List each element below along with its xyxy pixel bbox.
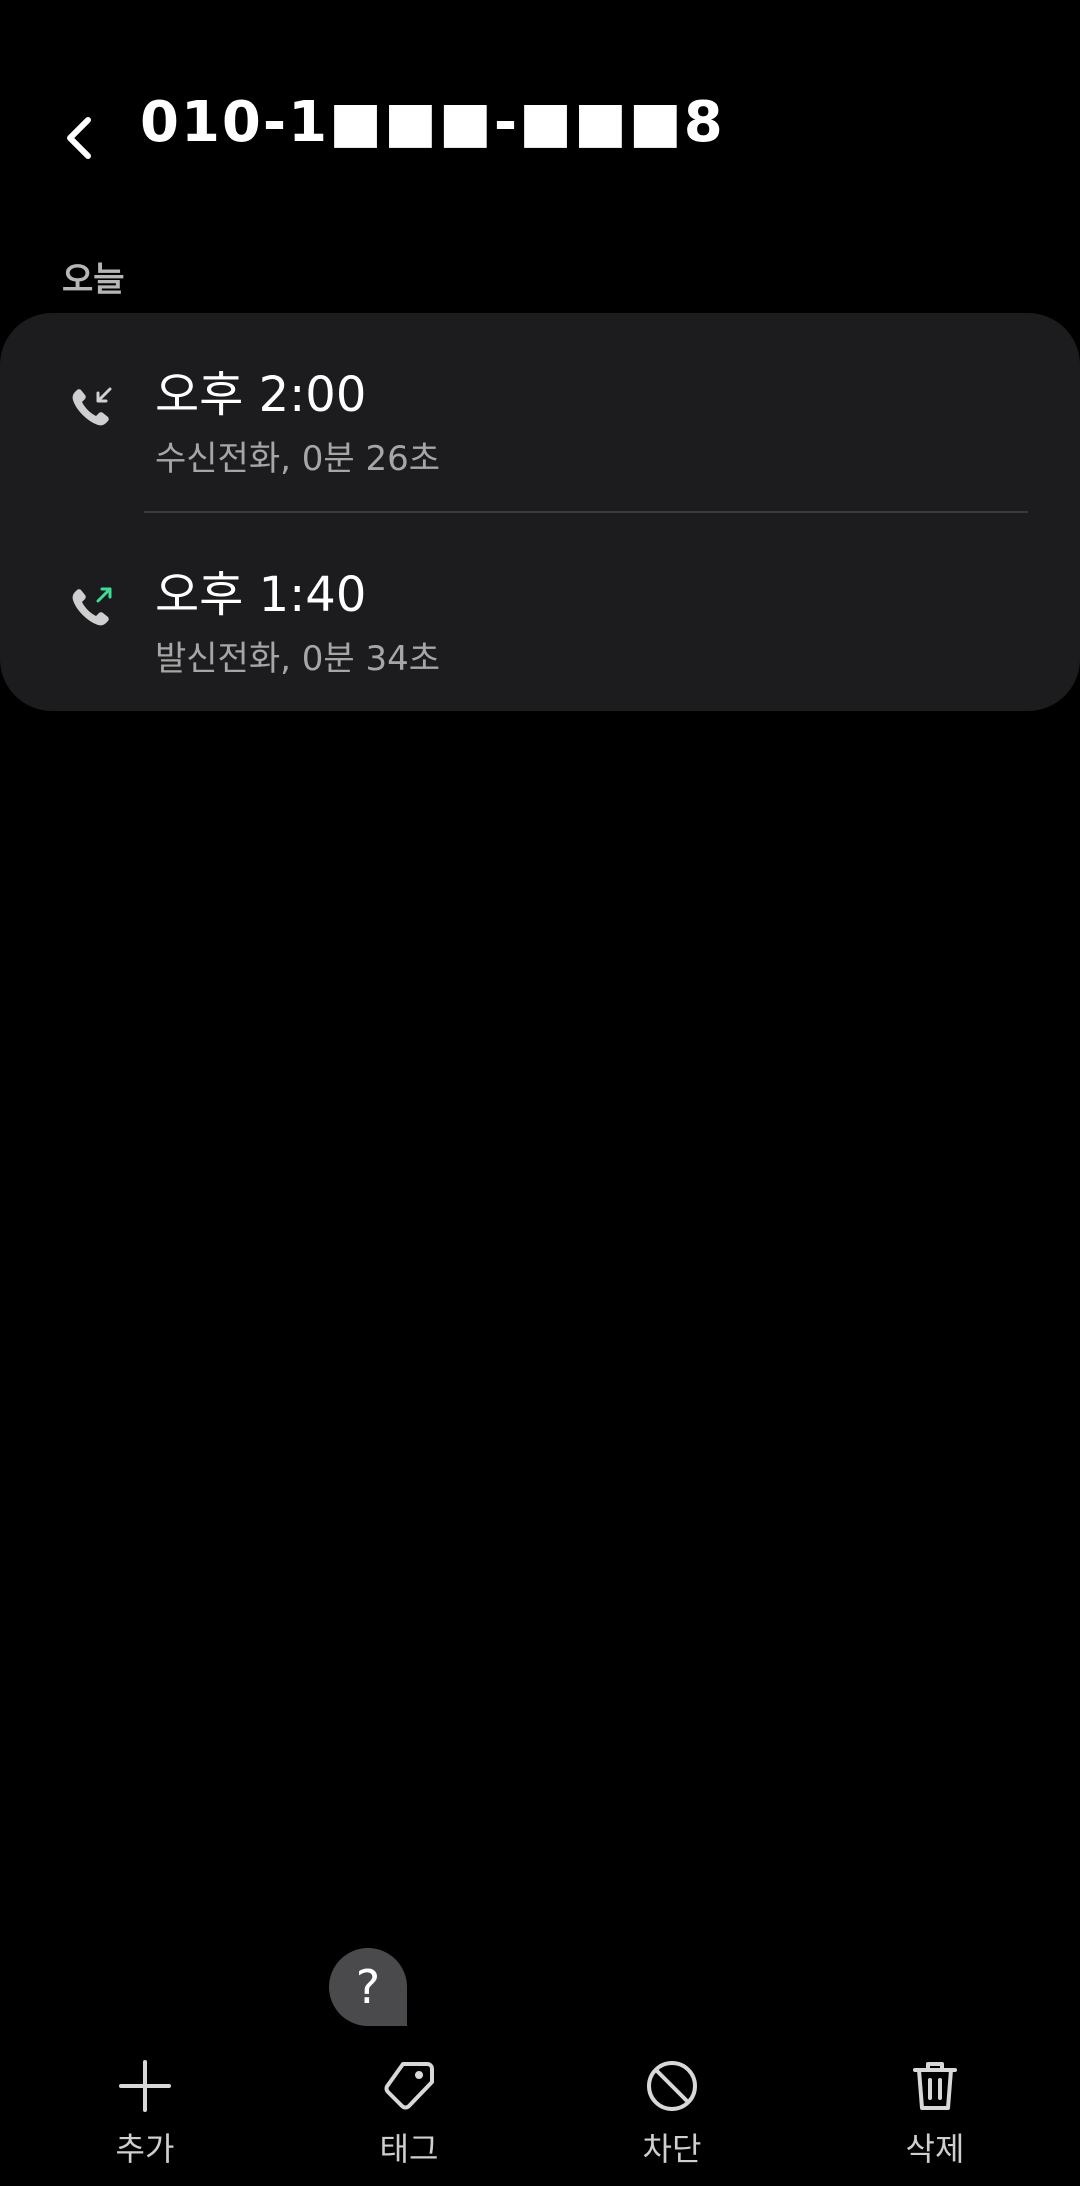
delete-button[interactable]: 삭제 [855, 2040, 1015, 2186]
header: 010-1■■■-■■■8 [0, 80, 1080, 190]
incoming-call-icon [72, 387, 112, 426]
block-icon [647, 2061, 697, 2111]
block-button[interactable]: 차단 [592, 2040, 752, 2186]
help-button[interactable]: ? [329, 1948, 407, 2026]
call-detail: 발신전화, 0분 34초 [155, 639, 440, 679]
call-time: 오후 1:40 [155, 567, 367, 623]
tag-icon [384, 2062, 434, 2110]
delete-label: 삭제 [905, 2130, 965, 2168]
phone-number-title: 010-1■■■-■■■8 [140, 90, 725, 155]
block-label: 차단 [642, 2130, 702, 2168]
plus-icon [119, 2060, 171, 2112]
call-log-item[interactable]: 오후 1:40 발신전화, 0분 34초 [0, 513, 1080, 711]
tag-label: 태그 [379, 2130, 439, 2168]
add-button[interactable]: 추가 [65, 2040, 225, 2186]
call-detail: 수신전화, 0분 26초 [155, 439, 440, 479]
call-history-screen: 010-1■■■-■■■8 오늘 오후 2:00 수신전화, 0분 26초 오후… [0, 0, 1080, 2186]
outgoing-call-icon [72, 587, 112, 626]
call-log-item[interactable]: 오후 2:00 수신전화, 0분 26초 [0, 313, 1080, 513]
bottom-toolbar: 추가 태그 차단 삭제 [0, 2040, 1080, 2186]
back-arrow-icon [67, 117, 91, 159]
back-button[interactable] [52, 108, 112, 168]
add-label: 추가 [115, 2130, 175, 2168]
trash-icon [913, 2062, 957, 2110]
date-section-label: 오늘 [62, 260, 125, 300]
tag-button[interactable]: 태그 [329, 2040, 489, 2186]
call-time: 오후 2:00 [155, 367, 367, 423]
call-log-card: 오후 2:00 수신전화, 0분 26초 오후 1:40 발신전화, 0분 34… [0, 313, 1080, 711]
